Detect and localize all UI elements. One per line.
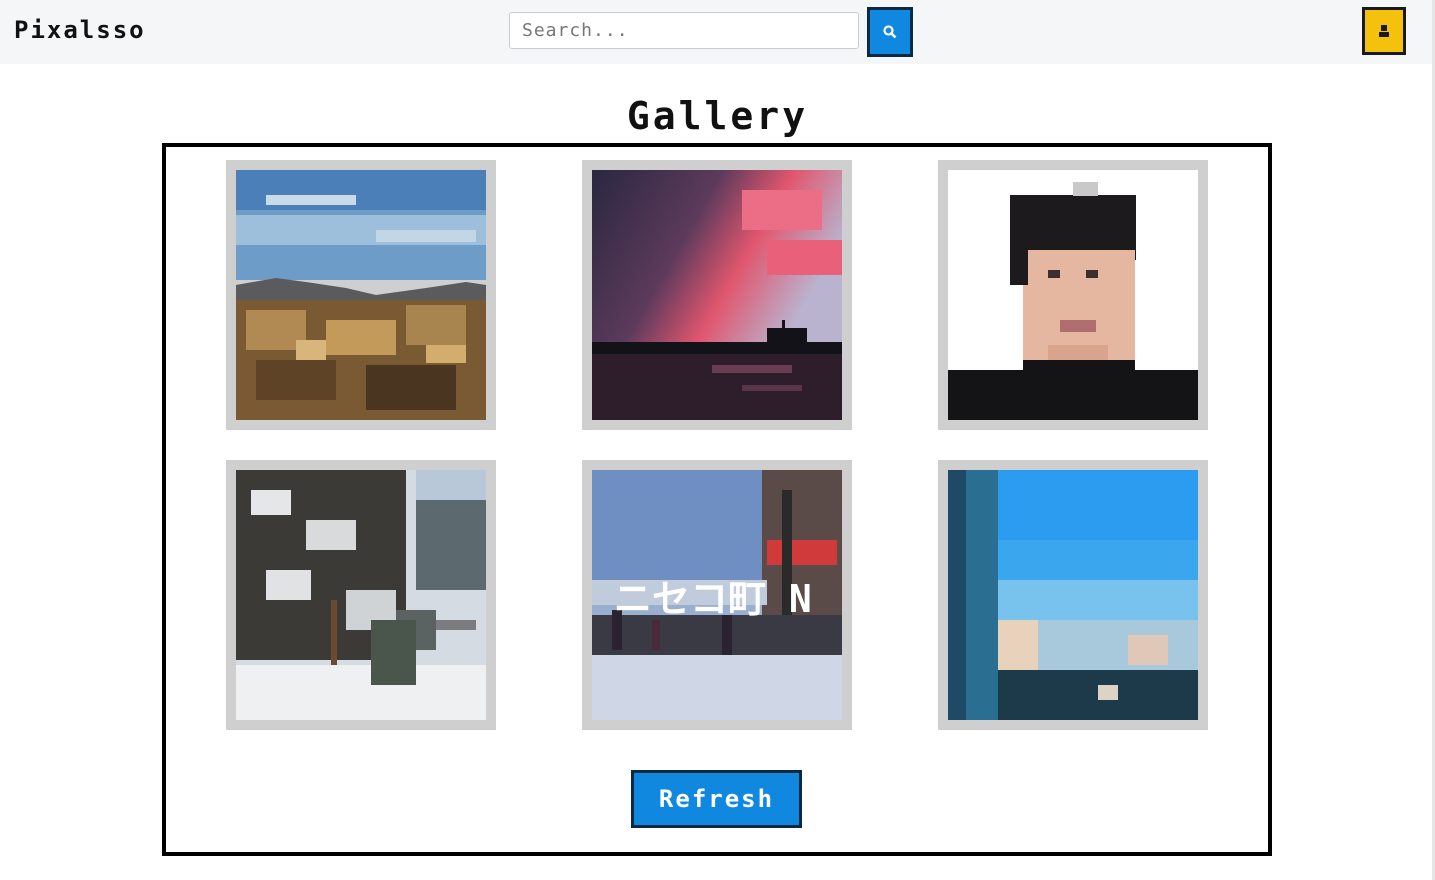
gallery-image-window-sky[interactable] — [938, 460, 1208, 730]
image-portrait — [948, 170, 1198, 420]
top-navbar: Pixalsso — [0, 0, 1435, 64]
user-icon — [1379, 25, 1389, 37]
search-icon — [883, 25, 897, 39]
gallery-image-niseko-street[interactable]: ニセコ町 N — [582, 460, 852, 730]
gallery-image-sunset-pier[interactable] — [582, 160, 852, 430]
gallery-image-portrait[interactable] — [938, 160, 1208, 430]
search-input[interactable] — [509, 12, 859, 49]
image-niseko-street: ニセコ町 N — [592, 470, 842, 720]
page-title: Gallery — [626, 94, 809, 138]
user-account-button[interactable] — [1362, 7, 1406, 55]
image-mountain-forest — [236, 170, 486, 420]
image-sunset-pier — [592, 170, 842, 420]
image-window-sky — [948, 470, 1198, 720]
brand-logo[interactable]: Pixalsso — [14, 16, 146, 44]
refresh-button[interactable]: Refresh — [631, 770, 802, 828]
gallery-image-mountain-forest[interactable] — [226, 160, 496, 430]
gallery-image-snowy-trees[interactable] — [226, 460, 496, 730]
image-snowy-trees — [236, 470, 486, 720]
niseko-overlay-text: ニセコ町 N — [614, 577, 812, 621]
search-button[interactable] — [867, 7, 913, 57]
